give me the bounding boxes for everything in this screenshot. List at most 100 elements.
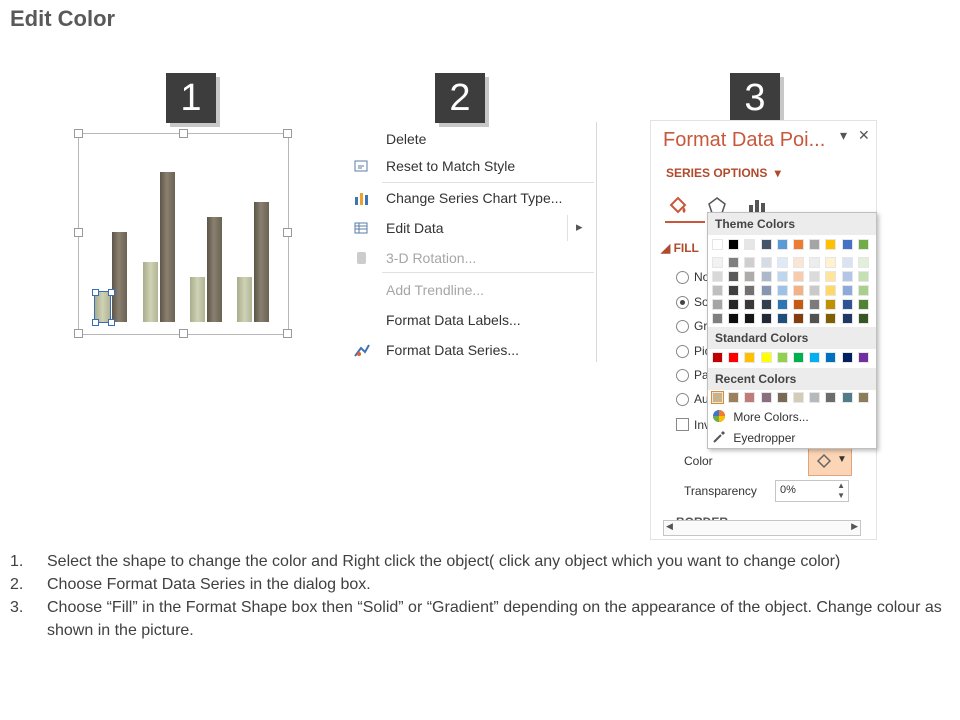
theme-color-swatch[interactable] [809,239,820,250]
theme-shade-swatch[interactable] [793,257,804,268]
fill-option-radio[interactable] [676,296,689,309]
context-menu-item-edit-data[interactable]: Edit Data ▸ [347,215,595,241]
theme-shade-swatch[interactable] [712,299,723,310]
theme-shade-swatch[interactable] [744,257,755,268]
theme-color-swatch[interactable] [761,239,772,250]
more-colors-link[interactable]: More Colors... [712,409,809,424]
eyedropper-link[interactable]: Eyedropper [712,430,795,445]
theme-shade-swatch[interactable] [793,285,804,296]
fill-option-radio[interactable] [676,345,689,358]
theme-shade-swatch[interactable] [712,285,723,296]
context-menu-item-reset-to-match-style[interactable]: Reset to Match Style [347,153,595,179]
resize-handle[interactable] [283,329,292,338]
resize-handle[interactable] [179,329,188,338]
close-icon[interactable]: ✕ [858,127,870,144]
context-menu-item-format-data-labels[interactable]: Format Data Labels... [347,307,595,333]
bar-series2-2[interactable] [160,172,175,322]
theme-shade-swatch[interactable] [777,299,788,310]
theme-color-swatch[interactable] [777,239,788,250]
selected-point-handle[interactable] [108,289,115,296]
theme-shade-swatch[interactable] [777,285,788,296]
theme-shade-swatch[interactable] [744,285,755,296]
horizontal-scrollbar[interactable]: ◀ ▶ [663,520,861,536]
theme-shade-swatch[interactable] [761,313,772,324]
transparency-input[interactable]: 0% ▲ ▼ [775,480,849,502]
recent-color-swatch[interactable] [761,392,772,403]
theme-shade-swatch[interactable] [777,257,788,268]
theme-shade-swatch[interactable] [761,257,772,268]
theme-shade-swatch[interactable] [809,257,820,268]
bar-series1-1[interactable] [94,291,111,323]
theme-shade-swatch[interactable] [777,313,788,324]
bar-series1-4[interactable] [237,277,252,322]
recent-color-swatch[interactable] [809,392,820,403]
paint-bucket-icon[interactable] [667,196,689,216]
theme-shade-swatch[interactable] [744,271,755,282]
theme-shade-swatch[interactable] [728,257,739,268]
theme-color-swatch[interactable] [744,239,755,250]
fill-section-header[interactable]: ◢ FILL [661,241,699,255]
context-menu-item-change-series-chart-type[interactable]: Change Series Chart Type... [347,185,595,211]
theme-shade-swatch[interactable] [728,313,739,324]
fill-color-button[interactable]: ▼ [808,448,852,476]
theme-shade-swatch[interactable] [842,313,853,324]
theme-shade-swatch[interactable] [842,271,853,282]
fill-option-radio[interactable] [676,271,689,284]
theme-shade-swatch[interactable] [728,285,739,296]
theme-shade-swatch[interactable] [842,299,853,310]
recent-color-swatch[interactable] [842,392,853,403]
bar-series2-3[interactable] [207,217,222,322]
recent-color-swatch[interactable] [793,392,804,403]
theme-shade-swatch[interactable] [825,271,836,282]
bar-series1-3[interactable] [190,277,205,322]
standard-color-swatch[interactable] [744,352,755,363]
recent-color-swatch[interactable] [777,392,788,403]
resize-handle[interactable] [179,129,188,138]
scroll-left-icon[interactable]: ◀ [666,521,673,532]
resize-handle[interactable] [74,228,83,237]
theme-color-swatch[interactable] [728,239,739,250]
theme-color-swatch[interactable] [712,239,723,250]
theme-shade-swatch[interactable] [809,313,820,324]
theme-shade-swatch[interactable] [761,285,772,296]
selected-point-handle[interactable] [92,289,99,296]
theme-shade-swatch[interactable] [744,313,755,324]
standard-color-swatch[interactable] [777,352,788,363]
scroll-right-icon[interactable]: ▶ [851,521,858,532]
recent-color-swatch[interactable] [711,391,724,404]
theme-shade-swatch[interactable] [744,299,755,310]
standard-color-swatch[interactable] [761,352,772,363]
bar-series2-1[interactable] [112,232,127,322]
theme-color-swatch[interactable] [793,239,804,250]
theme-shade-swatch[interactable] [728,299,739,310]
series-options-tab[interactable]: SERIES OPTIONS ▾ [666,166,781,180]
theme-color-swatch[interactable] [842,239,853,250]
bar-series2-4[interactable] [254,202,269,322]
theme-shade-swatch[interactable] [858,313,869,324]
theme-color-swatch[interactable] [858,239,869,250]
theme-shade-swatch[interactable] [858,271,869,282]
selected-point-handle[interactable] [108,319,115,326]
standard-color-swatch[interactable] [809,352,820,363]
standard-color-swatch[interactable] [728,352,739,363]
theme-shade-swatch[interactable] [842,285,853,296]
bar-series1-2[interactable] [143,262,158,322]
theme-shade-swatch[interactable] [761,299,772,310]
theme-shade-swatch[interactable] [712,313,723,324]
standard-color-swatch[interactable] [793,352,804,363]
standard-color-swatch[interactable] [858,352,869,363]
theme-shade-swatch[interactable] [793,299,804,310]
theme-shade-swatch[interactable] [825,285,836,296]
theme-shade-swatch[interactable] [728,271,739,282]
theme-shade-swatch[interactable] [761,271,772,282]
recent-color-swatch[interactable] [728,392,739,403]
theme-shade-swatch[interactable] [809,285,820,296]
context-menu-item-delete[interactable]: Delete [347,126,595,152]
theme-shade-swatch[interactable] [858,285,869,296]
standard-color-swatch[interactable] [842,352,853,363]
theme-shade-swatch[interactable] [825,257,836,268]
spinner-icon[interactable]: ▲ ▼ [837,481,845,501]
recent-color-swatch[interactable] [744,392,755,403]
pane-menu-button[interactable]: ▾ [840,127,847,144]
resize-handle[interactable] [74,129,83,138]
